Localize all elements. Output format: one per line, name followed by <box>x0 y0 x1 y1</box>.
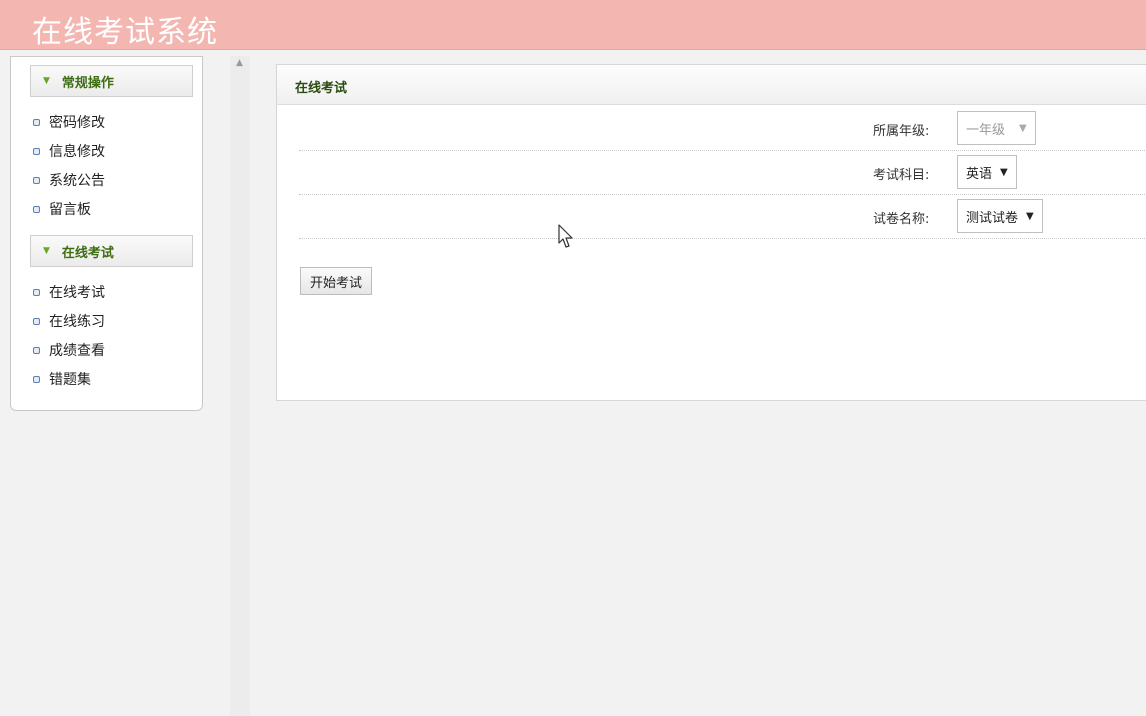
bullet-icon <box>33 317 40 325</box>
layout-splitter[interactable]: ▲ <box>230 56 250 716</box>
panel-header: 在线考试 <box>277 65 1146 105</box>
sidebar-item-label: 错题集 <box>49 372 91 388</box>
sidebar-item-label: 密码修改 <box>49 115 105 131</box>
form-row-grade: 所属年级: 一年级 ▼ <box>299 107 1146 151</box>
sidebar-group-label: 常规操作 <box>61 75 114 91</box>
grade-select-value: 一年级 <box>966 122 1006 138</box>
sidebar-item-online-exam[interactable]: 在线考试 <box>33 282 105 302</box>
collapse-up-icon[interactable]: ▲ <box>236 58 243 68</box>
mouse-cursor-icon <box>558 224 573 248</box>
sidebar-item-info[interactable]: 信息修改 <box>33 141 105 161</box>
subject-select-value: 英语 <box>966 166 993 182</box>
sidebar-item-messages[interactable]: 留言板 <box>33 199 91 219</box>
sidebar-item-notice[interactable]: 系统公告 <box>33 170 105 190</box>
sidebar-item-label: 在线练习 <box>49 314 105 330</box>
paper-select-value: 测试试卷 <box>966 210 1019 226</box>
bullet-icon <box>33 147 40 155</box>
sidebar-item-label: 在线考试 <box>49 285 105 301</box>
subject-select[interactable]: 英语 ▼ <box>957 155 1017 189</box>
dropdown-arrow-icon: ▼ <box>1019 122 1027 134</box>
sidebar: ▼ 常规操作 密码修改 信息修改 系统公告 留言板 ▼ 在线考试 在线考试 在线… <box>10 56 203 411</box>
sidebar-item-password[interactable]: 密码修改 <box>33 112 105 132</box>
bullet-icon <box>33 118 40 126</box>
chevron-down-icon: ▼ <box>43 76 50 86</box>
exam-panel: 在线考试 所属年级: 一年级 ▼ 考试科目: 英语 ▼ 试卷名称: 测试试卷 ▼… <box>276 64 1146 401</box>
sidebar-item-scores[interactable]: 成绩查看 <box>33 340 105 360</box>
grade-select[interactable]: 一年级 ▼ <box>957 111 1036 145</box>
sidebar-item-mistakes[interactable]: 错题集 <box>33 369 91 389</box>
bullet-icon <box>33 176 40 184</box>
sidebar-item-label: 成绩查看 <box>49 343 105 359</box>
subject-label: 考试科目: <box>873 168 930 183</box>
grade-label: 所属年级: <box>873 124 930 139</box>
sidebar-item-label: 系统公告 <box>49 173 105 189</box>
paper-select[interactable]: 测试试卷 ▼ <box>957 199 1043 233</box>
dropdown-arrow-icon: ▼ <box>1000 166 1008 178</box>
sidebar-item-practice[interactable]: 在线练习 <box>33 311 105 331</box>
bullet-icon <box>33 288 40 296</box>
panel-title: 在线考试 <box>295 81 348 96</box>
form-row-subject: 考试科目: 英语 ▼ <box>299 151 1146 195</box>
sidebar-item-label: 留言板 <box>49 202 91 218</box>
app-title: 在线考试系统 <box>32 15 218 50</box>
start-exam-button[interactable]: 开始考试 <box>300 267 372 295</box>
sidebar-group-general[interactable]: ▼ 常规操作 <box>30 65 193 97</box>
sidebar-group-label: 在线考试 <box>61 245 114 261</box>
bullet-icon <box>33 346 40 354</box>
bullet-icon <box>33 375 40 383</box>
paper-label: 试卷名称: <box>873 212 930 227</box>
app-header: 在线考试系统 <box>0 0 1146 50</box>
dropdown-arrow-icon: ▼ <box>1026 210 1034 222</box>
form-row-paper: 试卷名称: 测试试卷 ▼ <box>299 195 1146 239</box>
sidebar-group-exam[interactable]: ▼ 在线考试 <box>30 235 193 267</box>
sidebar-item-label: 信息修改 <box>49 144 105 160</box>
chevron-down-icon: ▼ <box>43 246 50 256</box>
bullet-icon <box>33 205 40 213</box>
